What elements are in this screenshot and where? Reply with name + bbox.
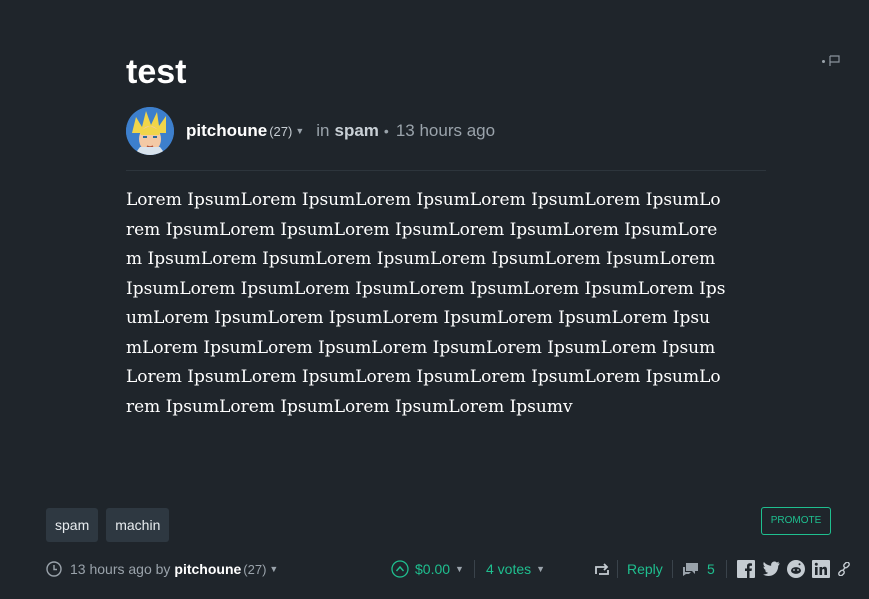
payout-value[interactable]: $0.00 [415, 561, 450, 577]
divider [672, 560, 673, 578]
divider [726, 560, 727, 578]
chevron-down-icon[interactable]: ▼ [455, 564, 464, 574]
chevron-down-icon[interactable]: ▼ [295, 126, 304, 136]
post-title: test [126, 53, 187, 91]
in-label: in [316, 121, 330, 140]
flag-icon [829, 55, 840, 67]
author-name[interactable]: pitchoune [186, 121, 267, 141]
post-body: Lorem IpsumLorem IpsumLorem IpsumLorem I… [126, 190, 726, 417]
tag-machin[interactable]: machin [106, 508, 170, 542]
twitter-icon[interactable] [762, 561, 780, 577]
chevron-down-icon[interactable]: ▼ [269, 564, 278, 574]
dot-icon [822, 59, 825, 63]
resteem-icon[interactable] [594, 562, 610, 576]
linkedin-icon[interactable] [812, 560, 830, 578]
post-time: 13 hours ago [395, 121, 496, 140]
reddit-icon[interactable] [787, 560, 805, 578]
footer-reputation: (27) [243, 561, 267, 577]
upvote-icon[interactable] [391, 560, 409, 578]
promote-button[interactable]: PROMOTE [761, 507, 831, 535]
author-reputation: (27) [269, 123, 293, 139]
divider [617, 560, 618, 578]
clock-icon [46, 561, 62, 577]
avatar[interactable] [126, 107, 174, 155]
separator-dot: • [383, 123, 389, 139]
comments-icon[interactable] [682, 562, 699, 577]
divider [126, 170, 766, 171]
footer-author[interactable]: pitchoune [174, 561, 241, 577]
facebook-icon[interactable] [737, 560, 755, 578]
votes-count[interactable]: 4 votes [486, 561, 531, 577]
divider [474, 560, 475, 578]
post-footer: 13 hours ago by pitchoune (27) ▼ $0.00 ▼… [46, 557, 856, 581]
link-icon[interactable] [837, 562, 851, 576]
chevron-down-icon[interactable]: ▼ [536, 564, 545, 574]
post-category-link[interactable]: spam [335, 121, 379, 141]
tag-spam[interactable]: spam [46, 508, 99, 542]
tag-list: spam machin [46, 508, 170, 542]
flag-post-button[interactable] [822, 55, 840, 67]
comments-count[interactable]: 5 [707, 561, 715, 577]
post-author-row: pitchoune (27) ▼ in spam • 13 hours ago [126, 106, 495, 156]
reply-button[interactable]: Reply [627, 561, 663, 577]
footer-time: 13 hours ago by [70, 561, 171, 577]
